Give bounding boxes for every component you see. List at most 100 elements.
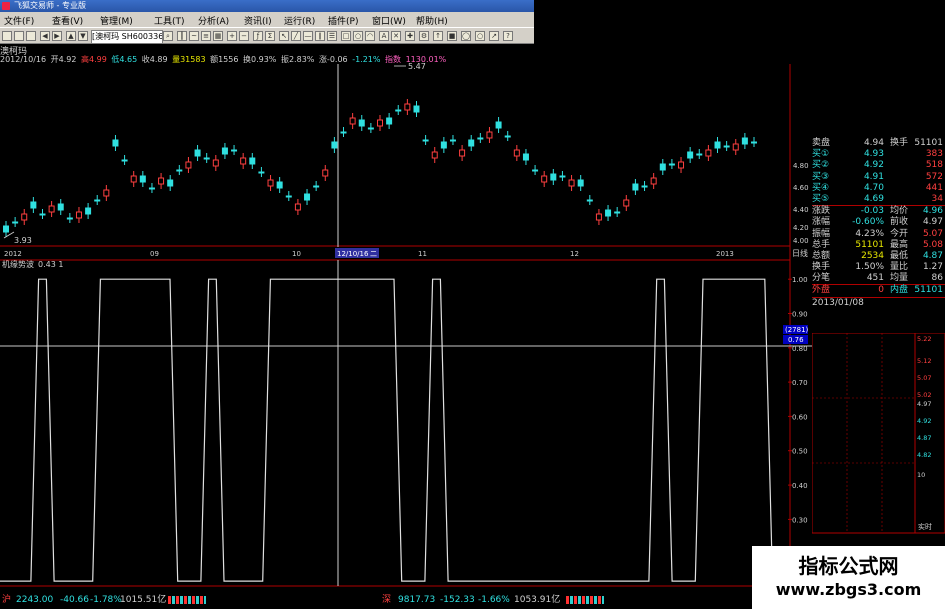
candle-body (340, 131, 347, 134)
indicator-name: 机缘势波 (2, 259, 34, 269)
price-chart[interactable]: 5.47 3.93 4.80 4.60 4.40 4.20 4.00 2012 … (0, 0, 945, 609)
sh-index-change: -40.66 (60, 595, 90, 605)
candle-body (477, 137, 484, 140)
bid-label: 买② (812, 160, 830, 171)
stat-value: 5.07 (922, 228, 943, 239)
quote-header-label2: 换手 (890, 138, 909, 148)
mini-intraday-chart[interactable]: 5.22 5.12 5.07 5.02 4.97 4.92 4.87 4.82 … (812, 333, 945, 543)
candle-body (194, 149, 201, 157)
bid-price: 4.93 (863, 149, 884, 160)
quote-header-label: 卖盘 (812, 138, 831, 148)
stat-label: 振幅 (812, 228, 831, 239)
outer-label: 外盘 (812, 285, 831, 296)
candle-body (632, 183, 639, 191)
sz-index-change: -152.33 (440, 595, 475, 605)
indicator-y-tick: 0.40 (792, 482, 808, 490)
candle-body (313, 185, 320, 188)
candle-body (650, 177, 657, 185)
bid-volume: 572 (925, 171, 943, 182)
candle-body (57, 203, 64, 211)
candle-body (185, 161, 192, 169)
candle-body (504, 135, 511, 138)
watermark-title: 指标公式网 (798, 554, 899, 578)
candle-body (422, 139, 429, 142)
stat-label: 分笔 (812, 273, 831, 284)
candle-body (577, 179, 584, 187)
quote-panel: 卖盘 4.94 换手 51101 买① 4.93 383 买② 4.92 518 买③ 4… (812, 138, 945, 309)
candle-body (66, 217, 73, 220)
bid-price: 4.69 (863, 193, 884, 204)
indicator-y-tick: 0.30 (792, 516, 808, 524)
inner-value: 51101 (914, 285, 943, 296)
stat-value: 51101 (855, 239, 884, 250)
candle-body (221, 147, 228, 155)
candle-body (714, 141, 721, 149)
outer-inner-row: 外盘 0 内盘 51101 (812, 284, 945, 298)
realtime-label[interactable]: 实时 (918, 522, 932, 531)
stat-value: 4.23% (855, 228, 884, 239)
bid-label: 买① (812, 149, 830, 160)
candle-body (103, 189, 110, 197)
stat-value: 86 (931, 273, 943, 284)
sz-breadth-bar (566, 596, 604, 604)
period-label[interactable]: 日线 (792, 248, 808, 258)
candle-body (240, 157, 247, 165)
bid-volume: 518 (925, 160, 943, 171)
stat-row: 总额 2534 最低 4.87 (812, 251, 945, 262)
candle-body (30, 201, 37, 209)
candle-body (623, 199, 630, 207)
bid-label: 买⑤ (812, 193, 830, 204)
sh-index-value: 2243.00 (16, 595, 54, 605)
y-tick: 4.60 (793, 184, 809, 192)
candle-body (258, 171, 265, 174)
bid-price: 4.92 (863, 160, 884, 171)
candle-body (167, 179, 174, 187)
sh-index-label: 沪 (2, 595, 12, 605)
sh-index-pct: -1.78% (90, 595, 122, 605)
bid-volume: 441 (925, 182, 943, 193)
indicator-y-tick: 0.50 (792, 448, 808, 456)
candle-body (550, 173, 557, 181)
mini-tick: 4.82 (917, 451, 931, 459)
min-price-label: 3.93 (14, 236, 32, 245)
bid-row: 买⑤ 4.69 34 (812, 193, 945, 207)
candle-body (121, 159, 128, 162)
cursor-weekday: 二 (370, 250, 377, 258)
candle-body (176, 169, 183, 172)
candle-body (3, 225, 9, 233)
bid-volume: 34 (931, 193, 943, 204)
stat-label: 均量 (890, 273, 909, 284)
candle-body (641, 185, 648, 188)
stat-value: 1.50% (855, 262, 884, 273)
candle-body (75, 211, 82, 219)
stat-label: 均价 (890, 206, 909, 217)
candle-body (249, 157, 256, 165)
bid-row: 买④ 4.70 441 (812, 183, 945, 194)
candle-body (212, 159, 219, 167)
candle-body (459, 149, 466, 157)
candle-body (358, 119, 365, 127)
inner-label: 内盘 (890, 285, 909, 296)
candle-body (39, 213, 46, 216)
stat-value: 1.27 (922, 262, 943, 273)
stat-label: 总手 (812, 239, 831, 250)
candle-body (431, 151, 438, 159)
stat-value: -0.60% (852, 217, 884, 228)
x-tick: 10 (292, 250, 301, 258)
candle-body (595, 213, 602, 221)
sz-index-amount: 1053.91亿 (514, 595, 561, 605)
candle-body (668, 163, 675, 166)
stat-value: 4.87 (922, 250, 943, 261)
sz-index-label: 深 (382, 595, 392, 605)
stat-row: 总手 51101 最高 5.08 (812, 240, 945, 251)
candle-body (404, 103, 411, 111)
candle-body (586, 199, 593, 202)
stat-label: 前收 (890, 217, 909, 228)
mini-tick: 5.12 (917, 357, 931, 365)
stat-row: 振幅 4.23% 今开 5.07 (812, 229, 945, 240)
stat-label: 涨幅 (812, 217, 831, 228)
stat-row: 换手 1.50% 量比 1.27 (812, 262, 945, 273)
candle-body (267, 179, 274, 187)
x-tick: 12 (570, 250, 579, 258)
quote-header-row: 卖盘 4.94 换手 51101 (812, 138, 945, 149)
